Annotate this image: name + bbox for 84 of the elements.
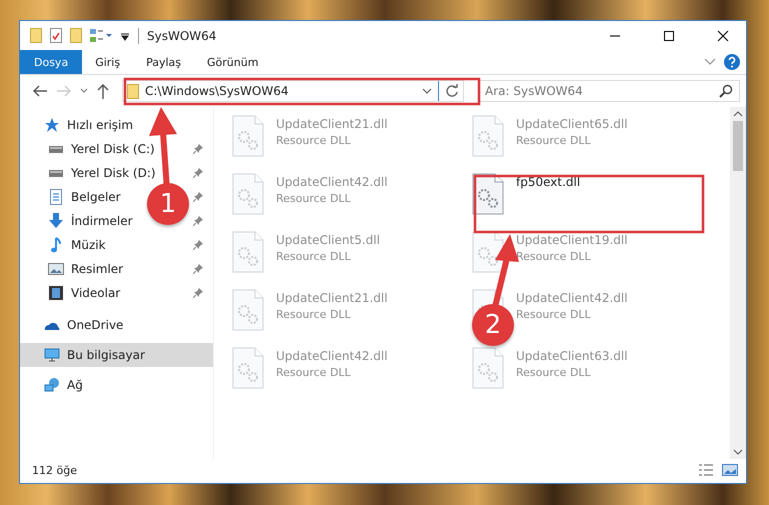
- window-title: SysWOW64: [147, 28, 216, 42]
- ribbon-tab[interactable]: Görünüm: [194, 50, 272, 74]
- pin-icon[interactable]: [193, 288, 203, 298]
- dll-file-icon: [472, 347, 504, 389]
- ribbon-tab[interactable]: Giriş: [82, 50, 134, 74]
- file-name: UpdateClient42.dll: [516, 291, 628, 305]
- pin-icon[interactable]: [193, 192, 203, 202]
- sidebar-item[interactable]: Müzik: [48, 233, 106, 257]
- sidebar-item[interactable]: Hızlı erişim: [20, 113, 213, 137]
- file-name: fp50ext.dll: [516, 175, 580, 189]
- ribbon-tab[interactable]: Dosya: [20, 50, 82, 74]
- pin-icon[interactable]: [193, 216, 203, 226]
- folder-icon: [127, 84, 139, 98]
- sidebar-item[interactable]: Belgeler: [48, 185, 121, 209]
- file-type: Resource DLL: [516, 250, 592, 263]
- scrollbar-thumb[interactable]: [733, 121, 743, 171]
- scroll-up-icon[interactable]: [733, 111, 743, 117]
- sidebar-item[interactable]: Bu bilgisayar: [20, 343, 213, 367]
- dll-file-icon: [232, 115, 264, 157]
- film-icon: [48, 285, 64, 301]
- help-icon[interactable]: [724, 54, 740, 70]
- address-dropdown-icon[interactable]: [422, 88, 432, 94]
- scroll-down-icon[interactable]: [733, 449, 743, 455]
- document-icon: [48, 189, 64, 205]
- search-field[interactable]: Ara: SysWOW64: [478, 80, 740, 102]
- sidebar-item[interactable]: Resimler: [48, 257, 124, 281]
- dll-file-icon: [232, 173, 264, 215]
- ribbon-tab[interactable]: Paylaş: [133, 50, 194, 74]
- file-type: Resource DLL: [276, 366, 352, 379]
- file-type: Resource DLL: [276, 192, 352, 205]
- sidebar-item[interactable]: İndirmeler: [48, 209, 133, 233]
- refresh-icon[interactable]: [445, 84, 459, 98]
- sidebar-item[interactable]: Ağ: [20, 373, 213, 397]
- vertical-scrollbar[interactable]: [730, 107, 746, 459]
- pin-icon[interactable]: [193, 144, 203, 154]
- file-name: UpdateClient21.dll: [276, 117, 388, 131]
- back-arrow-icon[interactable]: [32, 84, 48, 98]
- pin-icon[interactable]: [193, 264, 203, 274]
- dll-file-icon: [472, 231, 504, 273]
- network-icon: [44, 377, 60, 393]
- file-type: Resource DLL: [516, 366, 592, 379]
- pin-icon[interactable]: [193, 168, 203, 178]
- file-name: UpdateClient65.dll: [516, 117, 628, 131]
- dll-file-icon: [232, 347, 264, 389]
- sidebar-item[interactable]: OneDrive: [20, 313, 213, 337]
- search-icon: [719, 84, 733, 98]
- file-name: UpdateClient5.dll: [276, 233, 380, 247]
- music-note-icon: [48, 237, 64, 253]
- down-arrow-icon: [48, 213, 64, 229]
- file-name: UpdateClient42.dll: [276, 349, 388, 363]
- file-name: UpdateClient21.dll: [276, 291, 388, 305]
- file-type: Resource DLL: [276, 250, 352, 263]
- dll-file-icon: [232, 231, 264, 273]
- monitor-icon: [44, 347, 60, 363]
- new-folder-icon: [70, 28, 82, 43]
- file-name: UpdateClient63.dll: [516, 349, 628, 363]
- file-type: Resource DLL: [516, 134, 592, 147]
- item-count: 112 öğe: [32, 464, 77, 476]
- drive-icon: [48, 146, 64, 152]
- large-icons-view-icon[interactable]: [722, 464, 738, 476]
- file-type: Resource DLL: [276, 308, 352, 321]
- file-name: UpdateClient19.dll: [516, 233, 628, 247]
- dll-file-icon: [472, 115, 504, 157]
- picture-icon: [48, 261, 64, 277]
- pin-icon[interactable]: [193, 240, 203, 250]
- details-view-icon[interactable]: [698, 464, 714, 476]
- file-type: Resource DLL: [276, 134, 352, 147]
- sidebar-item[interactable]: Videolar: [48, 281, 120, 305]
- properties-icon: [50, 28, 62, 43]
- address-bar[interactable]: C:\Windows\SysWOW64: [122, 80, 464, 102]
- recent-locations-icon[interactable]: [80, 88, 88, 94]
- drive-icon: [48, 170, 64, 176]
- folder-icon: [30, 28, 42, 43]
- up-arrow-icon[interactable]: [96, 83, 110, 99]
- expand-ribbon-icon[interactable]: [704, 58, 716, 66]
- dll-file-icon: [232, 289, 264, 331]
- sidebar-item[interactable]: Yerel Disk (D:): [48, 161, 156, 185]
- view-options-icon: [90, 28, 112, 42]
- customize-dropdown-icon[interactable]: [120, 30, 130, 40]
- star-icon: [44, 117, 60, 133]
- address-path: C:\Windows\SysWOW64: [145, 84, 288, 98]
- file-name: UpdateClient42.dll: [276, 175, 388, 189]
- sidebar-item[interactable]: Yerel Disk (C:): [48, 137, 155, 161]
- file-type: Resource DLL: [516, 308, 592, 321]
